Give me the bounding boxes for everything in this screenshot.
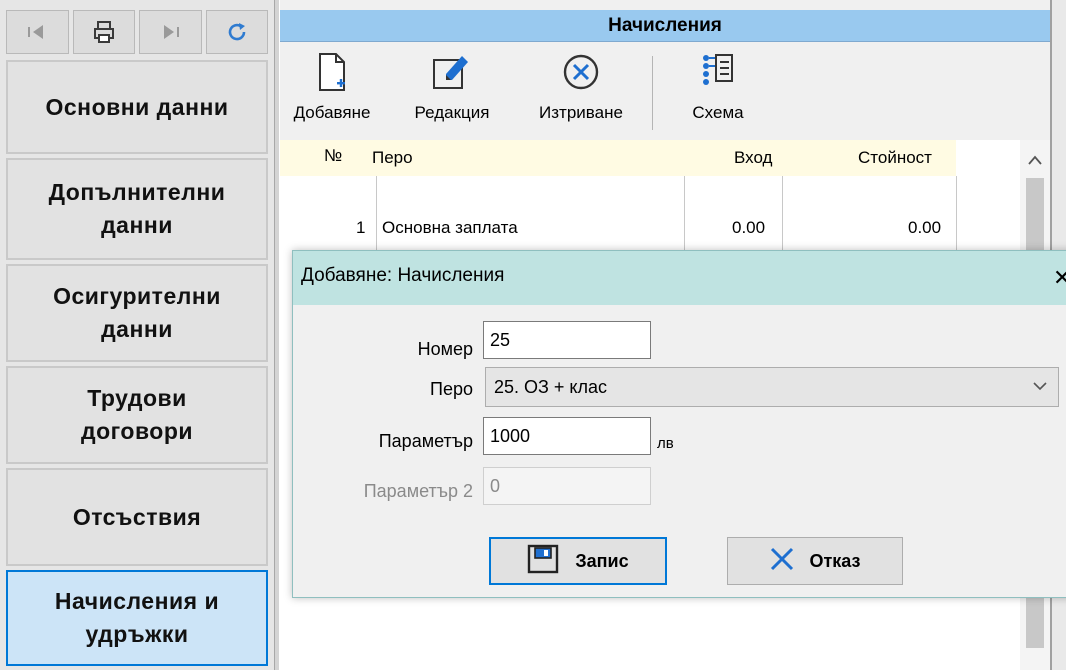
panel-title: Начисления xyxy=(280,10,1050,42)
column-header-number[interactable]: № xyxy=(324,146,342,166)
last-record-icon xyxy=(158,22,182,42)
refresh-icon xyxy=(225,20,249,44)
scroll-up-icon[interactable] xyxy=(1028,152,1042,170)
number-label: Номер xyxy=(417,339,473,359)
refresh-button[interactable] xyxy=(205,10,268,54)
add-button-label: Добавяне xyxy=(293,103,371,122)
sidebar: Основни данни Допълнителни данни Осигури… xyxy=(0,0,274,670)
edit-icon xyxy=(432,52,472,103)
item-select[interactable]: 25. ОЗ + клас xyxy=(485,367,1059,407)
last-record-button[interactable] xyxy=(139,10,202,54)
parameter-label: Параметър xyxy=(378,431,473,451)
parameter-unit: лв xyxy=(657,435,674,452)
floppy-disk-icon xyxy=(527,544,561,579)
nav-basic-data-label: Основни данни xyxy=(45,93,229,120)
column-header-value[interactable]: Стойност xyxy=(858,148,932,168)
row-item: Основна заплата xyxy=(382,218,518,237)
nav-insurance-data[interactable]: Осигурителни данни xyxy=(6,264,268,362)
edit-button-label: Редакция xyxy=(414,103,490,122)
nav-additional-data[interactable]: Допълнителни данни xyxy=(6,158,268,260)
column-divider xyxy=(956,176,957,256)
row-input: 0.00 xyxy=(732,218,766,237)
toolbar-separator xyxy=(652,56,653,130)
nav-basic-data[interactable]: Основни данни xyxy=(6,60,268,154)
dialog-title: Добавяне: Начисления xyxy=(301,265,505,286)
column-divider xyxy=(782,176,783,256)
print-icon xyxy=(91,19,117,45)
item-select-value: 25. ОЗ + клас xyxy=(494,376,608,397)
cancel-button[interactable]: Отказ xyxy=(727,537,903,585)
first-record-button[interactable] xyxy=(6,10,69,54)
delete-button-label: Изтриване xyxy=(539,103,623,122)
panel-title-text: Начисления xyxy=(608,14,722,36)
first-record-icon xyxy=(25,22,49,42)
add-button[interactable]: Добавяне xyxy=(286,52,378,123)
navigation-toolbar xyxy=(6,10,268,54)
add-accrual-dialog: Добавяне: Начисления ✕ Номер Перо 25. ОЗ… xyxy=(292,250,1066,598)
chevron-down-icon xyxy=(1032,378,1048,399)
print-button[interactable] xyxy=(72,10,135,54)
row-value: 0.00 xyxy=(908,218,942,237)
column-divider xyxy=(684,176,685,256)
nav-labor-contracts-label: Трудови договори xyxy=(80,385,194,444)
delete-button[interactable]: Изтриване xyxy=(526,52,636,123)
nav-absences[interactable]: Отсъствия xyxy=(6,468,268,566)
nav-labor-contracts[interactable]: Трудови договори xyxy=(6,366,268,464)
nav-additional-data-label: Допълнителни данни xyxy=(48,179,226,238)
column-header-input[interactable]: Вход xyxy=(734,148,772,168)
close-icon[interactable]: ✕ xyxy=(1053,265,1066,291)
scheme-button-label: Схема xyxy=(692,103,744,122)
parameter-field[interactable] xyxy=(483,417,651,455)
main-toolbar: Добавяне Редакция Изтриване Схема xyxy=(280,44,1050,140)
nav-insurance-data-label: Осигурителни данни xyxy=(53,283,221,342)
column-header-item[interactable]: Перо xyxy=(372,148,413,168)
dialog-titlebar[interactable]: Добавяне: Начисления ✕ xyxy=(293,251,1066,305)
tree-list-icon xyxy=(701,52,735,103)
parameter2-field xyxy=(483,467,651,505)
parameter2-label: Параметър 2 xyxy=(363,481,473,501)
column-divider xyxy=(376,176,377,256)
number-field[interactable] xyxy=(483,321,651,359)
nav-absences-label: Отсъствия xyxy=(72,503,202,530)
save-button-label: Запис xyxy=(575,550,629,571)
grid-header: № Перо Вход Стойност xyxy=(280,140,956,176)
save-button[interactable]: Запис xyxy=(489,537,667,585)
cancel-button-label: Отказ xyxy=(809,550,861,571)
scheme-button[interactable]: Схема xyxy=(678,52,758,123)
new-document-icon xyxy=(315,52,349,103)
row-number: 1 xyxy=(356,218,366,237)
close-icon xyxy=(769,546,795,577)
edit-button[interactable]: Редакция xyxy=(402,52,502,123)
nav-accruals-deductions-label: Начисления и удръжки xyxy=(54,588,220,647)
nav-accruals-deductions[interactable]: Начисления и удръжки xyxy=(6,570,268,666)
delete-icon xyxy=(561,52,601,103)
item-label: Перо xyxy=(430,379,473,399)
